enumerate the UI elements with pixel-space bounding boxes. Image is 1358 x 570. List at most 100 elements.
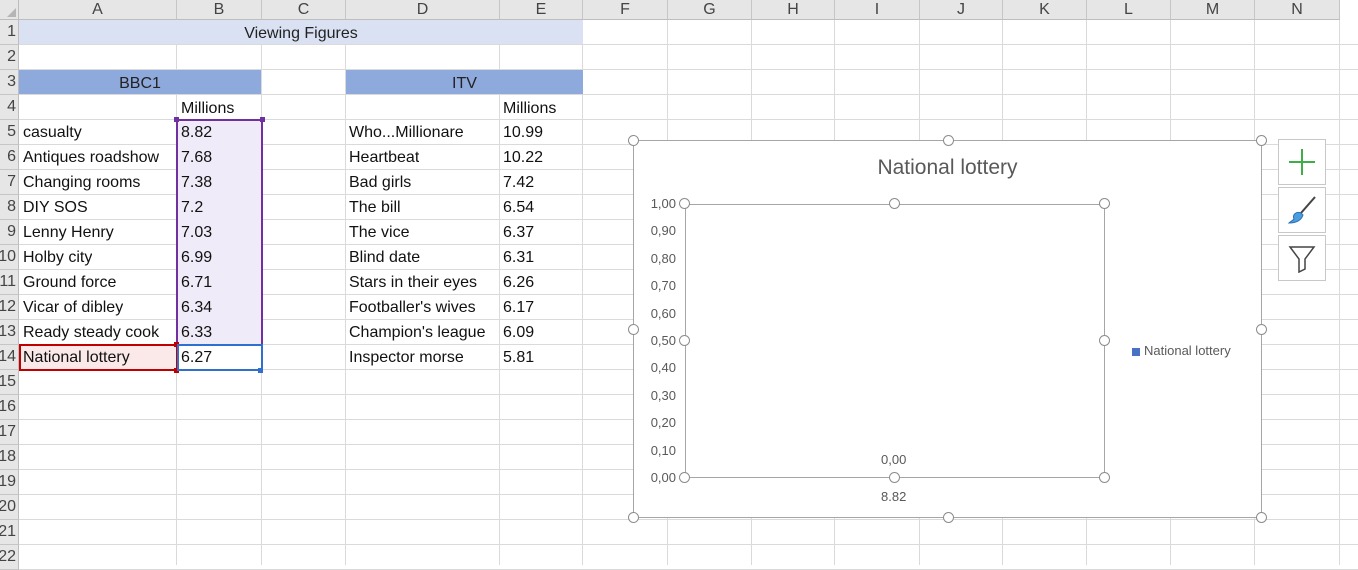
bbc-show-name[interactable]: Antiques roadshow <box>23 145 159 170</box>
column-header-k[interactable]: K <box>1003 0 1087 20</box>
row-header-20[interactable]: 20 <box>0 495 19 520</box>
chart-resize-handle[interactable] <box>628 324 639 335</box>
plot-resize-handle[interactable] <box>679 472 690 483</box>
range-handle[interactable] <box>258 368 263 373</box>
column-header-m[interactable]: M <box>1171 0 1255 20</box>
column-header-b[interactable]: B <box>177 0 262 20</box>
plot-resize-handle[interactable] <box>889 472 900 483</box>
chart-resize-handle[interactable] <box>1256 324 1267 335</box>
bbc-show-name[interactable]: Vicar of dibley <box>23 295 123 320</box>
itv-show-value[interactable]: 5.81 <box>503 345 534 370</box>
column-header-a[interactable]: A <box>19 0 177 20</box>
column-header-n[interactable]: N <box>1255 0 1340 20</box>
column-header-h[interactable]: H <box>752 0 835 20</box>
itv-show-value[interactable]: 10.99 <box>503 120 543 145</box>
chart-elements-button[interactable] <box>1278 139 1326 185</box>
chart-filters-button[interactable] <box>1278 235 1326 281</box>
itv-show-value[interactable]: 6.31 <box>503 245 534 270</box>
itv-show-value[interactable]: 6.17 <box>503 295 534 320</box>
column-header-l[interactable]: L <box>1087 0 1171 20</box>
chart-styles-button[interactable] <box>1278 187 1326 233</box>
column-header-f[interactable]: F <box>583 0 668 20</box>
row-header-21[interactable]: 21 <box>0 520 19 545</box>
row-header-22[interactable]: 22 <box>0 545 19 570</box>
bbc-unit-cell[interactable]: Millions <box>181 96 234 121</box>
range-handle[interactable] <box>260 117 265 122</box>
column-header-c[interactable]: C <box>262 0 346 20</box>
itv-show-name[interactable]: The vice <box>349 220 409 245</box>
row-header-13[interactable]: 13 <box>0 320 19 345</box>
itv-show-name[interactable]: Who...Millionare <box>349 120 464 145</box>
chart-title[interactable]: National lottery <box>634 156 1261 180</box>
itv-show-name[interactable]: Inspector morse <box>349 345 464 370</box>
row-header-12[interactable]: 12 <box>0 295 19 320</box>
chart-object[interactable]: National lottery 1,00 0,90 0,80 0,70 0,60 0,5… <box>628 135 1267 523</box>
select-all-corner[interactable] <box>0 0 19 20</box>
itv-show-value[interactable]: 6.54 <box>503 195 534 220</box>
itv-show-name[interactable]: Heartbeat <box>349 145 419 170</box>
itv-unit-cell[interactable]: Millions <box>503 96 556 121</box>
row-header-15[interactable]: 15 <box>0 370 19 395</box>
itv-show-name[interactable]: Footballer's wives <box>349 295 476 320</box>
plot-resize-handle[interactable] <box>1099 472 1110 483</box>
chart-resize-handle[interactable] <box>1256 135 1267 146</box>
row-header-10[interactable]: 10 <box>0 245 19 270</box>
chart-resize-handle[interactable] <box>628 512 639 523</box>
sheet-title-cell[interactable]: Viewing Figures <box>19 21 583 46</box>
itv-show-name[interactable]: Champion's league <box>349 320 485 345</box>
data-label[interactable]: 0,00 <box>881 452 906 467</box>
plot-area[interactable] <box>685 204 1105 478</box>
row-header-18[interactable]: 18 <box>0 445 19 470</box>
itv-show-value[interactable]: 6.26 <box>503 270 534 295</box>
bbc-show-name[interactable]: Changing rooms <box>23 170 140 195</box>
chart-resize-handle[interactable] <box>628 135 639 146</box>
row-header-8[interactable]: 8 <box>0 195 19 220</box>
chart-resize-handle[interactable] <box>942 135 954 146</box>
row-header-14[interactable]: 14 <box>0 345 19 370</box>
column-header-e[interactable]: E <box>500 0 583 20</box>
column-header-d[interactable]: D <box>346 0 500 20</box>
column-header-i[interactable]: I <box>835 0 920 20</box>
row-header-19[interactable]: 19 <box>0 470 19 495</box>
row-header-3[interactable]: 3 <box>0 70 19 95</box>
plot-resize-handle[interactable] <box>1099 335 1110 346</box>
row-header-11[interactable]: 11 <box>0 270 19 295</box>
plot-resize-handle[interactable] <box>679 335 690 346</box>
plot-resize-handle[interactable] <box>679 198 690 209</box>
itv-show-value[interactable]: 6.37 <box>503 220 534 245</box>
bbc-show-name[interactable]: Ready steady cook <box>23 320 159 345</box>
bbc-show-name[interactable]: Holby city <box>23 245 92 270</box>
row-header-17[interactable]: 17 <box>0 420 19 445</box>
legend-label[interactable]: National lottery <box>1144 343 1231 358</box>
itv-show-name[interactable]: The bill <box>349 195 401 220</box>
plot-resize-handle[interactable] <box>889 198 900 209</box>
row-header-7[interactable]: 7 <box>0 170 19 195</box>
column-header-j[interactable]: J <box>920 0 1003 20</box>
x-axis-label[interactable]: 8.82 <box>881 489 906 504</box>
plus-icon <box>1289 149 1315 175</box>
bbc-show-name[interactable]: DIY SOS <box>23 195 88 220</box>
row-header-4[interactable]: 4 <box>0 95 19 120</box>
column-header-g[interactable]: G <box>668 0 752 20</box>
itv-header-cell[interactable]: ITV <box>346 71 583 96</box>
bbc-header-cell[interactable]: BBC1 <box>19 71 261 96</box>
itv-show-name[interactable]: Stars in their eyes <box>349 270 477 295</box>
bbc-show-name[interactable]: casualty <box>23 120 82 145</box>
itv-show-value[interactable]: 10.22 <box>503 145 543 170</box>
chart-resize-handle[interactable] <box>942 512 954 523</box>
itv-show-name[interactable]: Blind date <box>349 245 420 270</box>
bbc-show-name[interactable]: Ground force <box>23 270 116 295</box>
row-header-9[interactable]: 9 <box>0 220 19 245</box>
itv-show-value[interactable]: 7.42 <box>503 170 534 195</box>
row-header-2[interactable]: 2 <box>0 45 19 70</box>
row-header-6[interactable]: 6 <box>0 145 19 170</box>
row-header-16[interactable]: 16 <box>0 395 19 420</box>
bbc-show-name[interactable]: Lenny Henry <box>23 220 114 245</box>
range-handle[interactable] <box>174 117 179 122</box>
itv-show-name[interactable]: Bad girls <box>349 170 411 195</box>
row-header-5[interactable]: 5 <box>0 120 19 145</box>
chart-resize-handle[interactable] <box>1256 512 1267 523</box>
row-header-1[interactable]: 1 <box>0 20 19 45</box>
itv-show-value[interactable]: 6.09 <box>503 320 534 345</box>
plot-resize-handle[interactable] <box>1099 198 1110 209</box>
